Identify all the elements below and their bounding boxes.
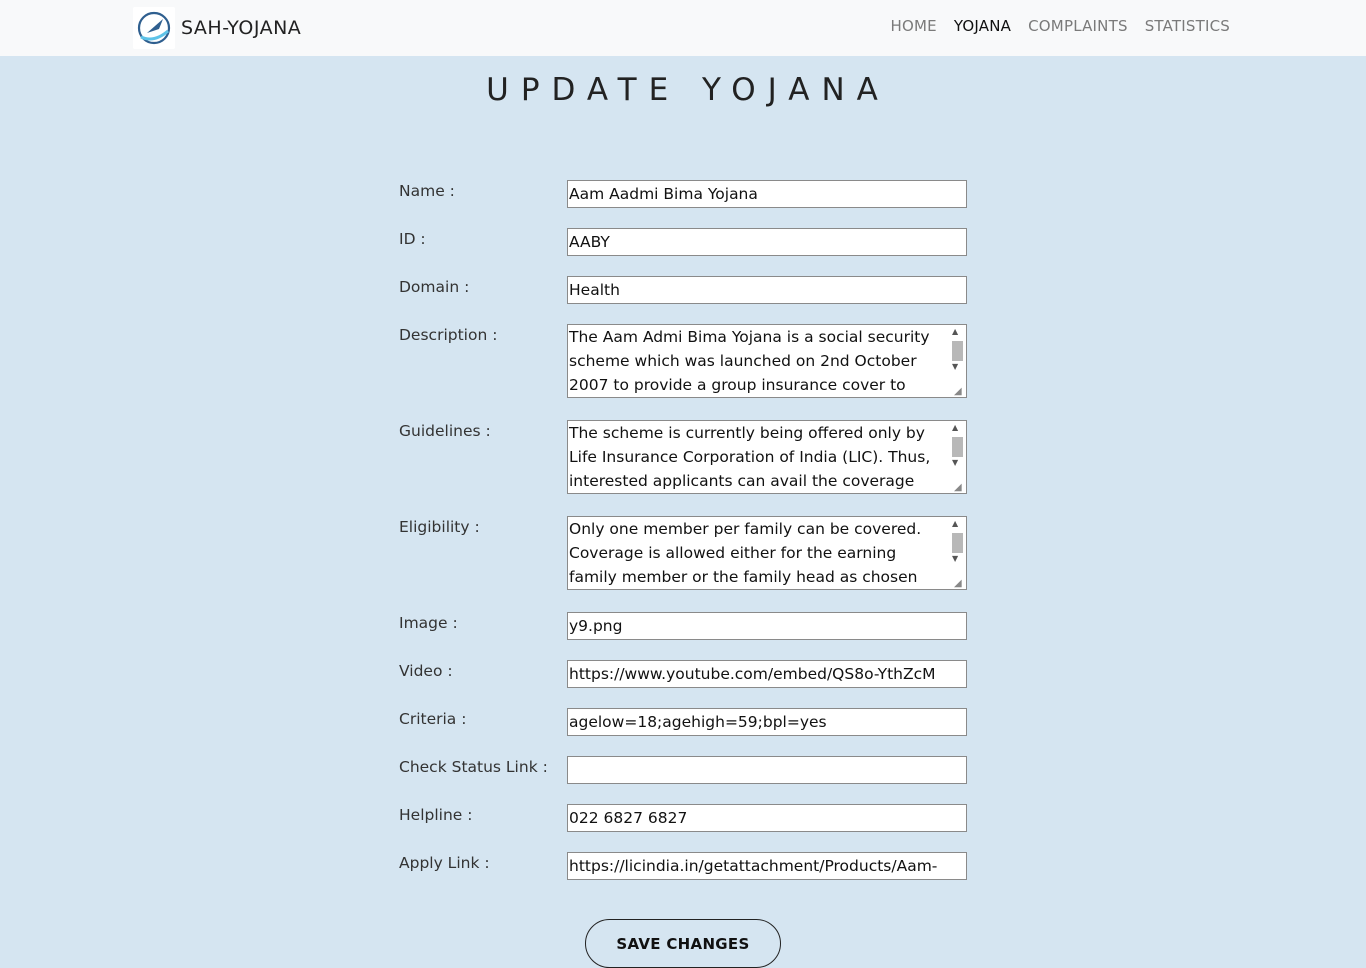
save-changes-button[interactable]: SAVE CHANGES — [585, 919, 781, 968]
resize-grip-icon[interactable]: ◢ — [954, 578, 962, 589]
apply-link-input[interactable] — [567, 852, 967, 880]
video-label: Video : — [399, 662, 453, 680]
domain-label: Domain : — [399, 278, 470, 296]
image-input[interactable] — [567, 612, 967, 640]
nav-statistics[interactable]: STATISTICS — [1145, 17, 1230, 35]
resize-grip-icon[interactable]: ◢ — [954, 386, 962, 397]
nav-links: HOME YOJANA COMPLAINTS STATISTICS — [874, 17, 1230, 35]
helpline-input[interactable] — [567, 804, 967, 832]
nav-home[interactable]: HOME — [891, 17, 937, 35]
scroll-thumb[interactable] — [952, 341, 963, 361]
guidelines-textarea[interactable]: The scheme is currently being offered on… — [567, 420, 967, 494]
criteria-input[interactable] — [567, 708, 967, 736]
video-input[interactable] — [567, 660, 967, 688]
scroll-up-icon[interactable]: ▲ — [952, 519, 958, 528]
scroll-down-icon[interactable]: ▼ — [952, 554, 958, 563]
image-label: Image : — [399, 614, 458, 632]
apply-link-label: Apply Link : — [399, 854, 490, 872]
page-title: UPDATE YOJANA — [486, 72, 890, 108]
check-status-link-input[interactable] — [567, 756, 967, 784]
eligibility-textarea[interactable]: Only one member per family can be covere… — [567, 516, 967, 590]
scroll-thumb[interactable] — [952, 437, 963, 457]
guidelines-label: Guidelines : — [399, 422, 491, 440]
guidelines-scrollbar[interactable]: ▲ ▼ ◢ — [949, 422, 965, 493]
domain-input[interactable] — [567, 276, 967, 304]
check-status-link-label: Check Status Link : — [399, 758, 548, 776]
name-label: Name : — [399, 182, 455, 200]
description-textarea[interactable]: The Aam Admi Bima Yojana is a social sec… — [567, 324, 967, 398]
scroll-thumb[interactable] — [952, 533, 963, 553]
eligibility-label: Eligibility : — [399, 518, 480, 536]
nav-yojana[interactable]: YOJANA — [954, 17, 1011, 35]
resize-grip-icon[interactable]: ◢ — [954, 482, 962, 493]
id-label: ID : — [399, 230, 426, 248]
name-input[interactable] — [567, 180, 967, 208]
brand[interactable]: SAH-YOJANA — [133, 7, 301, 49]
logo-icon — [133, 7, 175, 49]
description-label: Description : — [399, 326, 498, 344]
scroll-up-icon[interactable]: ▲ — [952, 327, 958, 336]
description-scrollbar[interactable]: ▲ ▼ ◢ — [949, 326, 965, 397]
scroll-down-icon[interactable]: ▼ — [952, 362, 958, 371]
scroll-up-icon[interactable]: ▲ — [952, 423, 958, 432]
criteria-label: Criteria : — [399, 710, 467, 728]
navbar: SAH-YOJANA HOME YOJANA COMPLAINTS STATIS… — [0, 0, 1366, 56]
eligibility-scrollbar[interactable]: ▲ ▼ ◢ — [949, 518, 965, 589]
nav-complaints[interactable]: COMPLAINTS — [1028, 17, 1128, 35]
scroll-down-icon[interactable]: ▼ — [952, 458, 958, 467]
helpline-label: Helpline : — [399, 806, 473, 824]
brand-name: SAH-YOJANA — [181, 17, 302, 39]
id-input[interactable] — [567, 228, 967, 256]
